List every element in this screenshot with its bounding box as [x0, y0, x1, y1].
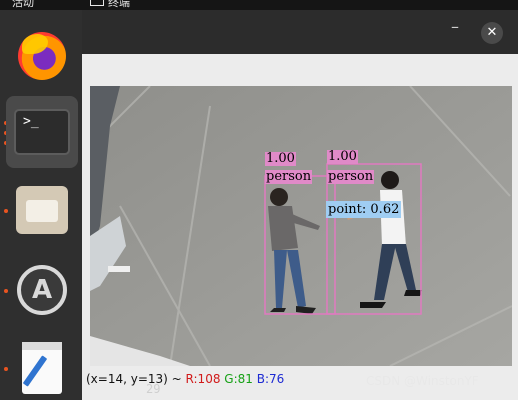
window-icon	[90, 0, 104, 6]
image-window: – ✕ 1.00 person 1.00 person point: 0.62 …	[82, 10, 518, 400]
text-editor-icon	[22, 342, 62, 394]
top-bar: 活动 终端	[0, 0, 518, 10]
point-label: point: 0.62	[326, 201, 402, 218]
cursor-coords: (x=14, y=13) ~	[86, 372, 182, 386]
app-menu[interactable]: 终端	[90, 0, 130, 10]
pixel-g: G:81	[224, 372, 253, 386]
window-content: 1.00 person 1.00 person point: 0.62 (x=1…	[82, 54, 518, 400]
window-titlebar[interactable]: – ✕	[82, 10, 518, 54]
dock-item-files[interactable]	[14, 182, 70, 238]
dock-item-text-editor[interactable]	[14, 340, 70, 396]
pixel-b: B:76	[256, 372, 285, 386]
app-menu-label: 终端	[108, 0, 130, 9]
minimize-button[interactable]: –	[446, 18, 464, 36]
dock-item-software[interactable]: A	[14, 262, 70, 318]
dock-item-firefox[interactable]	[14, 28, 70, 84]
detection-score-label: 1.00	[327, 149, 358, 164]
detection-score-label: 1.00	[265, 151, 296, 166]
activities-button[interactable]: 活动	[12, 0, 34, 10]
detection-image[interactable]: 1.00 person 1.00 person point: 0.62	[90, 86, 512, 366]
firefox-icon	[18, 32, 66, 80]
dock-item-terminal[interactable]: >_	[6, 96, 78, 168]
files-icon	[16, 186, 68, 234]
terminal-icon: >_	[14, 109, 70, 155]
detection-class-label: person	[265, 169, 313, 184]
close-button[interactable]: ✕	[481, 22, 503, 44]
pixel-r: R:108	[185, 372, 221, 386]
running-indicator	[4, 209, 8, 213]
software-icon: A	[17, 265, 67, 315]
running-indicator	[4, 367, 8, 371]
dock: >_ A	[0, 10, 82, 400]
background-line-number: 29	[146, 382, 161, 396]
running-indicator	[4, 289, 8, 293]
detection-class-label: person	[327, 169, 375, 184]
scene	[90, 86, 512, 366]
watermark: CSDN @WinstonYF	[366, 374, 479, 388]
